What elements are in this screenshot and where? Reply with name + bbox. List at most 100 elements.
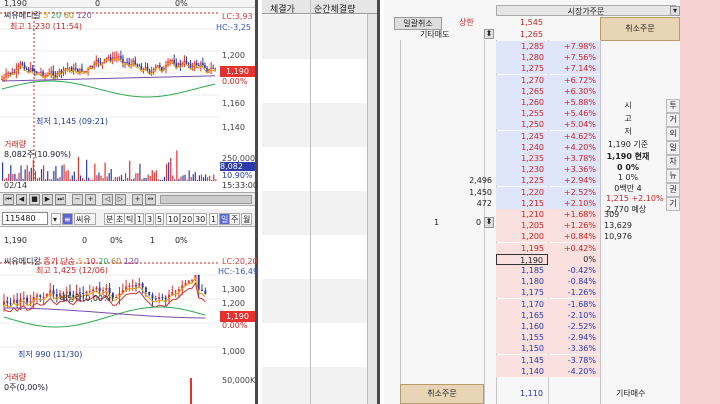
volume-bar [30, 167, 32, 181]
candle [21, 63, 24, 65]
period-10[interactable]: 10 [166, 213, 181, 225]
candle [88, 291, 91, 293]
stock-code-input[interactable]: 115480 [2, 212, 48, 225]
dropdown-icon[interactable]: ▾ [670, 6, 680, 16]
candle [161, 67, 163, 71]
sell-row[interactable]: 1,285 +7.98% [384, 41, 720, 52]
row-spin-icon[interactable]: ⬍ [484, 217, 494, 228]
intraday-volume-chart[interactable]: 거래량 8,082주(10.90%) [0, 137, 220, 181]
side-tab-7[interactable]: 기 [666, 197, 680, 211]
buy-row[interactable]: 1,150 -3.36% [384, 343, 720, 355]
buy-row[interactable]: 1,200 +0.84% 10,976 [384, 231, 720, 243]
side-tab-5[interactable]: 뉴 [666, 169, 680, 183]
chart-scrollbar[interactable] [160, 195, 252, 204]
cancel-order-top[interactable]: 취소주문 [600, 17, 680, 41]
chart1-current-price-tag: 1,190 [220, 66, 255, 77]
sell-qty: 2,496 [469, 176, 492, 186]
tick-scrollbar[interactable] [367, 14, 377, 404]
candle [116, 56, 118, 58]
period-30[interactable]: 30 [193, 213, 208, 225]
sell-pct: +3.78% [563, 154, 596, 163]
side-tab-0[interactable]: 투 [666, 99, 680, 113]
period-5[interactable]: 5 [155, 213, 165, 225]
intraday-price-chart[interactable]: 씨유메디칼 5 20 60 120 최고 1,230 (11:54) 최저 1,… [0, 9, 220, 141]
prev-icon[interactable]: ◀ [16, 194, 27, 205]
side-tab-4[interactable]: 차 [666, 155, 680, 169]
next-icon[interactable]: ▶ [42, 194, 53, 205]
sell-qty: 1,450 [469, 187, 492, 197]
sell-price: 1,250 [521, 120, 544, 130]
buy-pct: +1.26% [563, 221, 596, 231]
side-tab-2[interactable]: 외 [666, 127, 680, 141]
sell-price: 1,275 [521, 64, 544, 74]
candle [52, 290, 55, 295]
buy-row[interactable]: 1,160 -2.52% [384, 321, 720, 332]
candle [23, 64, 26, 69]
buy-pct: +1.68% [563, 210, 596, 219]
candle [34, 70, 36, 72]
sell-row[interactable]: 1,265 +6.30% [384, 85, 720, 97]
period-3[interactable]: 3 [145, 213, 155, 225]
volume-bar [2, 162, 4, 181]
market-order-label[interactable]: 시장가주문 [496, 5, 676, 16]
buy-row[interactable]: 1,145 -3.78% [384, 354, 720, 366]
buy-row[interactable]: 1,140 -4.20% [384, 365, 720, 377]
volume-bar [176, 150, 178, 181]
last-icon[interactable]: ⏭ [55, 194, 66, 205]
stock-name[interactable]: 씨유 [74, 213, 96, 225]
zoom-in-icon[interactable]: + [85, 194, 96, 205]
candle [204, 65, 206, 68]
period-tick[interactable]: 틱 [124, 213, 136, 225]
step-back-icon[interactable]: ◁ [102, 194, 113, 205]
period-1b[interactable]: 1 [209, 213, 219, 225]
buy-row[interactable]: 1,165 -2.10% [384, 309, 720, 321]
sell-price: 1,215 [521, 198, 544, 208]
buy-row[interactable]: 1,185 -0.42% [384, 265, 720, 276]
crosshair-icon[interactable]: + [132, 194, 143, 205]
candle [195, 63, 198, 65]
volume-bar [139, 163, 141, 181]
candle [109, 57, 112, 61]
buy-row[interactable]: 1,175 -1.26% [384, 287, 720, 299]
daily-volume-chart[interactable]: 거래량 0주(0,00%) [0, 372, 220, 404]
stock-select-icon[interactable]: ≡ [62, 213, 73, 225]
step-fwd-icon[interactable]: ▷ [115, 194, 126, 205]
stop-icon[interactable]: ■ [29, 194, 40, 205]
sell-pct: +4.62% [563, 131, 596, 141]
sell-row[interactable]: 1,270 +6.72% [384, 74, 720, 86]
period-week[interactable]: 주 [229, 213, 241, 225]
sell-row[interactable]: 1,275 +7.14% [384, 63, 720, 75]
sell-pct: +6.30% [563, 86, 596, 96]
buy-row[interactable]: 1,155 -2.94% [384, 332, 720, 344]
daily-price-chart[interactable]: 씨유메디칼 종가 단순 5 10 20 60 120 최고 1,425 (12/… [0, 255, 220, 370]
search-icon[interactable]: ▾ [51, 213, 61, 225]
volume1-axis: 250,000 8,082 10.90% [220, 137, 255, 181]
spin-icon[interactable]: ⬍ [484, 29, 494, 39]
buy-row[interactable]: 1,170 -1.68% [384, 298, 720, 310]
candle [154, 298, 157, 300]
cancel-order-bottom[interactable]: 취소주문 [400, 384, 484, 404]
volume-bar [155, 170, 157, 181]
candle [159, 65, 161, 68]
buy-row[interactable]: 1,190 0% [384, 253, 720, 265]
zoom-out-icon[interactable]: − [72, 194, 83, 205]
side-tab-3[interactable]: 일 [666, 141, 680, 155]
candle [118, 56, 120, 58]
chart1-high-label: 최고 1,230 (11:54) [10, 22, 83, 31]
sell-qty: 472 [476, 198, 492, 208]
buy-row[interactable]: 1,195 +0.42% [384, 242, 720, 254]
chart2-dividend-label: 배당락(0,00%) [60, 294, 114, 303]
sell-row[interactable]: 1,280 +7.56% [384, 52, 720, 64]
candle [52, 71, 55, 75]
buy-price: 1,180 [521, 277, 544, 287]
buy-row[interactable]: 1,180 -0.84% [384, 276, 720, 288]
chart2-volume-value: 0주(0,00%) [4, 383, 49, 392]
pan-icon[interactable]: ↔ [145, 194, 156, 205]
period-month[interactable]: 월 [241, 213, 253, 225]
sell-price: 1,235 [521, 154, 544, 163]
side-tab-6[interactable]: 권 [666, 183, 680, 197]
first-icon[interactable]: ⏮ [3, 194, 14, 205]
volume-bar [129, 160, 131, 181]
period-1[interactable]: 1 [135, 213, 145, 225]
side-tab-1[interactable]: 거 [666, 113, 680, 127]
